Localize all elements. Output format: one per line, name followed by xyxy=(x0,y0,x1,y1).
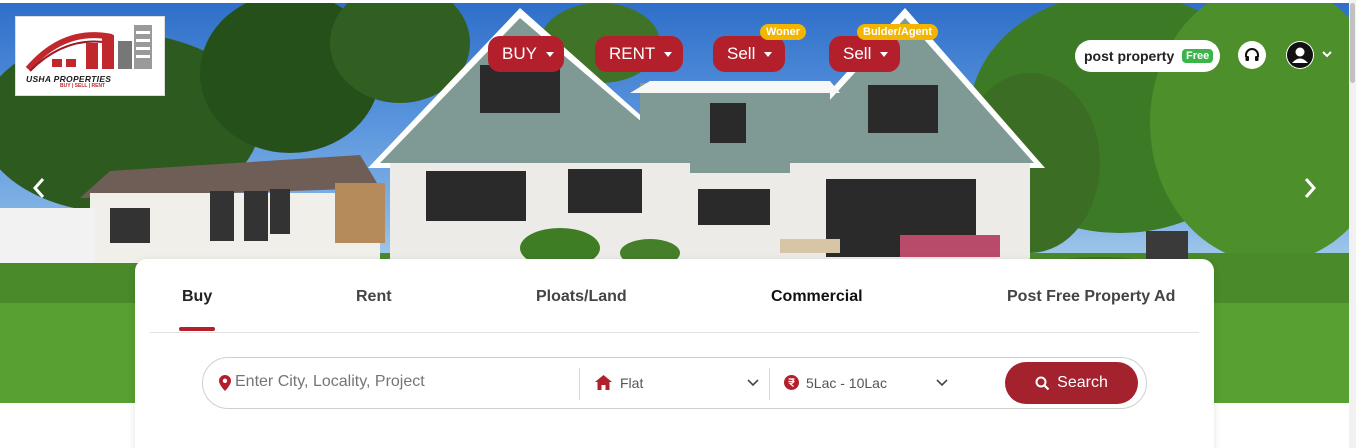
location-search-input[interactable] xyxy=(235,373,565,391)
tabs-divider xyxy=(150,332,1199,333)
caret-down-icon xyxy=(764,51,773,57)
chevron-down-icon[interactable] xyxy=(1321,49,1333,59)
chevron-left-icon xyxy=(32,178,45,198)
user-icon xyxy=(1287,42,1313,68)
page-scrollbar[interactable] xyxy=(1349,0,1356,448)
free-badge: Free xyxy=(1182,49,1214,63)
nav-rent-button[interactable]: RENT xyxy=(595,36,683,72)
nav-sell-agent-label: Sell xyxy=(843,44,872,63)
headphones-icon xyxy=(1245,48,1259,61)
caret-down-icon xyxy=(880,51,889,57)
support-button[interactable] xyxy=(1238,41,1266,69)
tab-post-free-ad[interactable]: Post Free Property Ad xyxy=(1007,288,1175,306)
search-button[interactable]: Search xyxy=(1005,362,1138,404)
chevron-right-icon xyxy=(1304,178,1317,198)
owner-badge: Woner xyxy=(760,24,807,40)
builder-agent-badge: Bulder/Agent xyxy=(857,24,939,40)
property-type-select[interactable]: Flat xyxy=(620,375,643,391)
search-bar: Flat 5Lac - 10Lac Search xyxy=(202,357,1147,409)
nav-rent-label: RENT xyxy=(609,44,656,63)
search-panel: Buy Rent Ploats/Land Commercial Post Fre… xyxy=(135,259,1214,448)
rupee-icon xyxy=(784,375,799,390)
tab-plots-land[interactable]: Ploats/Land xyxy=(536,288,627,306)
budget-select[interactable]: 5Lac - 10Lac xyxy=(806,375,887,391)
post-property-button[interactable]: post property Free xyxy=(1075,40,1220,72)
brand-tagline: BUY | SELL | RENT xyxy=(60,83,106,89)
chevron-down-icon[interactable] xyxy=(936,378,948,387)
nav-buy-button[interactable]: BUY xyxy=(488,36,564,72)
user-menu-button[interactable] xyxy=(1286,41,1314,69)
nav-sell-agent-button[interactable]: Sell xyxy=(829,36,900,72)
post-property-label: post property xyxy=(1084,48,1175,64)
site-logo[interactable]: USHA PROPERTIES BUY | SELL | RENT xyxy=(15,16,165,96)
scrollbar-thumb[interactable] xyxy=(1350,3,1355,83)
page: USHA PROPERTIES BUY | SELL | RENT BUY RE… xyxy=(0,0,1356,448)
logo-house-icon xyxy=(25,25,152,72)
tab-rent[interactable]: Rent xyxy=(356,288,392,306)
search-button-label: Search xyxy=(1057,374,1108,391)
search-icon xyxy=(1035,376,1050,390)
chevron-down-icon[interactable] xyxy=(747,378,759,387)
tab-commercial[interactable]: Commercial xyxy=(771,288,863,306)
field-divider xyxy=(579,368,580,400)
caret-down-icon xyxy=(664,51,673,57)
nav-sell-owner-button[interactable]: Sell xyxy=(713,36,785,72)
slider-next-button[interactable] xyxy=(1299,175,1321,201)
home-icon xyxy=(595,375,612,390)
field-divider xyxy=(769,368,770,400)
slider-prev-button[interactable] xyxy=(28,175,50,201)
active-tab-indicator xyxy=(179,327,215,331)
nav-sell-owner-label: Sell xyxy=(727,44,756,63)
caret-down-icon xyxy=(545,51,554,57)
nav-buy-label: BUY xyxy=(502,44,537,63)
tab-buy[interactable]: Buy xyxy=(182,288,212,306)
map-pin-icon xyxy=(219,375,231,391)
